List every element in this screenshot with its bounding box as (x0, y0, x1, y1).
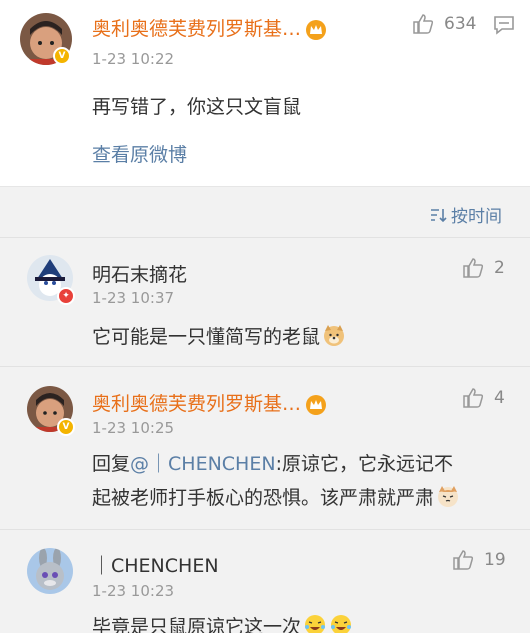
post-text: 再写错了，你这只文盲鼠 (92, 96, 302, 118)
sort-icon (431, 208, 447, 222)
comment-time: 1-23 10:23 (92, 582, 175, 600)
like-button[interactable]: 4 (462, 387, 505, 409)
thumbs-up-icon (463, 388, 484, 408)
like-count: 634 (444, 14, 477, 34)
comment-icon[interactable] (492, 13, 516, 37)
thumbs-up-icon (453, 550, 474, 570)
comment-author-name[interactable]: 奥利奥德芙费列罗斯基… (92, 389, 327, 416)
like-count: 4 (494, 388, 505, 408)
reply-prefix: 回复 (92, 453, 131, 475)
like-count: 2 (494, 258, 505, 278)
comment-item: ✦ 明石末摘花 1-23 10:37 2 它可能是一只懂简写的老鼠 (0, 237, 530, 366)
view-original-link[interactable]: 查看原微博 (92, 140, 187, 167)
comment-text: 毕竟是只鼠原谅它这一次 (92, 610, 353, 633)
like-button[interactable]: 2 (462, 257, 505, 279)
comment-item: ｜CHENCHEN 1-23 10:23 19 毕竟是只鼠原谅它这一次 (0, 529, 530, 633)
user-badge: ✦ (57, 287, 75, 305)
verified-badge: V (57, 418, 75, 436)
comment-author-name[interactable]: ｜CHENCHEN (92, 551, 219, 578)
thumbs-up-icon (463, 258, 484, 278)
post-author-name[interactable]: 奥利奥德芙费列罗斯基… (92, 14, 327, 41)
comment-item: V 奥利奥德芙费列罗斯基… 1-23 10:25 4 回复@｜CHENCHEN:… (0, 366, 530, 529)
comment-author-name[interactable]: 明石末摘花 (92, 260, 187, 287)
avatar[interactable] (27, 548, 73, 594)
main-post: V 奥利奥德芙费列罗斯基… 1-23 10:22 634 再写错了，你这只文盲鼠… (0, 0, 530, 187)
sort-bar: 按时间 (0, 187, 530, 237)
verified-badge: V (53, 47, 71, 65)
thumbs-up-icon (413, 14, 434, 34)
vip-crown-icon (306, 394, 327, 415)
vip-crown-icon (306, 19, 327, 40)
sort-label: 按时间 (451, 207, 502, 227)
like-button[interactable]: 634 (412, 13, 476, 35)
like-button[interactable]: 19 (452, 549, 506, 571)
cat-emoji-icon (438, 486, 459, 507)
comment-text: 回复@｜CHENCHEN:原谅它，它永远记不 起被老师打手板心的恐惧。该严肃就严… (92, 447, 512, 515)
laughing-emoji-icon (305, 615, 326, 633)
comment-time: 1-23 10:25 (92, 419, 175, 437)
mention-link[interactable]: @｜CHENCHEN (130, 453, 276, 475)
post-time: 1-23 10:22 (92, 50, 175, 68)
doge-emoji-icon (324, 325, 345, 346)
comment-text: 它可能是一只懂简写的老鼠 (92, 320, 346, 354)
laughing-emoji-icon (331, 615, 352, 633)
like-count: 19 (484, 550, 506, 570)
comment-time: 1-23 10:37 (92, 289, 175, 307)
sort-by-time-button[interactable]: 按时间 (429, 202, 502, 227)
